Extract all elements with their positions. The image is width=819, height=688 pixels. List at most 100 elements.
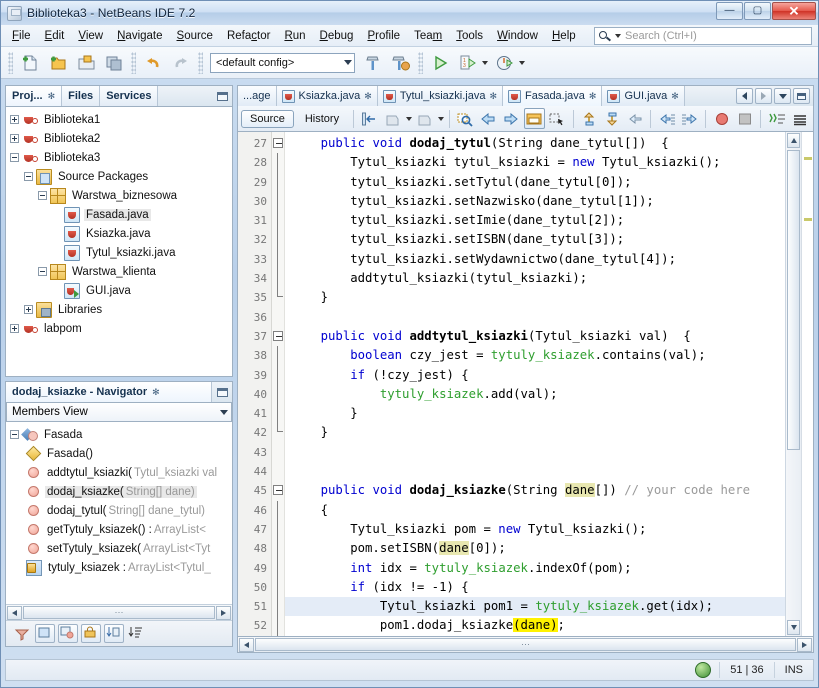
menu-help[interactable]: Help <box>545 27 583 45</box>
scroll-left-button[interactable] <box>239 637 254 652</box>
toggle-bookmark-button[interactable] <box>523 108 545 129</box>
member-item-fasada-class[interactable]: Fasada <box>6 425 232 444</box>
last-edit-button[interactable] <box>359 108 380 129</box>
menu-file[interactable]: File <box>5 27 38 45</box>
close-tab-icon[interactable]: ✻ <box>152 387 160 398</box>
collapse-icon[interactable] <box>24 172 33 181</box>
editor-tab-truncated[interactable]: ...age <box>238 86 277 106</box>
tab-source[interactable]: Source <box>241 109 294 128</box>
fold-marker[interactable] <box>272 134 284 153</box>
fold-marker[interactable] <box>272 481 284 500</box>
navigator-members-list[interactable]: Fasada Fasada() addtytul_ksiazki( Tytul_… <box>6 422 232 604</box>
code-line[interactable]: tytul_ksiazki.setImie(dane_tytul[2]); <box>285 211 785 230</box>
code-line[interactable]: tytul_ksiazki.setWydawnictwo(dane_tytul[… <box>285 250 785 269</box>
tab-list-button[interactable] <box>774 88 791 104</box>
vscroll-thumb[interactable] <box>787 150 800 450</box>
tab-services[interactable]: Services <box>100 86 159 106</box>
member-item-dodaj-tytul[interactable]: dodaj_tytul( String[] dane_tytul) <box>6 501 232 520</box>
code-line[interactable]: tytul_ksiazki.setISBN(dane_tytul[3]); <box>285 230 785 249</box>
toolbar-grip-3[interactable] <box>198 51 203 74</box>
editor-hscrollbar[interactable]: ⋯ <box>237 637 814 653</box>
hscroll-thumb[interactable]: ⋯ <box>255 638 796 651</box>
run-project-button[interactable] <box>427 50 453 76</box>
toggle-rectangular-selection-button[interactable] <box>547 108 568 129</box>
tree-item-biblioteka2[interactable]: Biblioteka2 <box>6 129 232 148</box>
clean-and-build-button[interactable] <box>388 50 414 76</box>
tree-item-libraries[interactable]: Libraries <box>6 300 232 319</box>
previous-error-button[interactable] <box>579 108 600 129</box>
forward-dropdown-arrow[interactable] <box>437 116 444 121</box>
code-line[interactable]: Tytul_ksiazki tytul_ksiazki = new Tytul_… <box>285 153 785 172</box>
code-line[interactable]: } <box>285 288 785 307</box>
code-line[interactable]: } <box>285 404 785 423</box>
code-line[interactable]: Tytul_ksiazki pom = new Tytul_ksiazki(); <box>285 520 785 539</box>
previous-bookmark-button[interactable] <box>478 108 499 129</box>
new-file-button[interactable] <box>17 50 43 76</box>
member-item-addtytul-ksiazki[interactable]: addtytul_ksiazki( Tytul_ksiazki val <box>6 463 232 482</box>
close-tab-icon[interactable]: ✻ <box>671 91 679 102</box>
show-fields-button[interactable] <box>58 624 78 643</box>
tree-item-biblioteka3[interactable]: Biblioteka3 <box>6 148 232 167</box>
tree-item-source-packages[interactable]: Source Packages <box>6 167 232 186</box>
shift-line-left-button[interactable] <box>624 108 645 129</box>
toolbar-grip-4[interactable] <box>418 51 423 74</box>
tab-projects[interactable]: Proj... ✻ <box>6 86 63 106</box>
find-selection-button[interactable] <box>455 108 476 129</box>
menu-edit[interactable]: Edit <box>38 27 72 45</box>
next-occurrence-button[interactable] <box>679 108 700 129</box>
scroll-left-button[interactable] <box>7 605 22 620</box>
search-input[interactable]: Search (Ctrl+I) <box>625 30 697 42</box>
sort-alphabetically-button[interactable] <box>127 624 147 643</box>
collapse-icon[interactable] <box>38 267 47 276</box>
show-static-button[interactable] <box>104 624 124 643</box>
close-button[interactable]: ✕ <box>772 2 816 20</box>
save-all-button[interactable] <box>101 50 127 76</box>
expand-icon[interactable] <box>24 305 33 314</box>
minimize-projects-button[interactable] <box>212 86 232 106</box>
forward-button[interactable] <box>414 108 435 129</box>
code-line[interactable]: public void dodaj_ksiazke(String dane[])… <box>285 481 785 500</box>
editor-tab-fasada-java[interactable]: Fasada.java ✻ <box>502 86 603 106</box>
hscroll-thumb[interactable]: ⋯ <box>23 606 215 619</box>
chevron-down-icon[interactable] <box>220 409 228 415</box>
tree-item-fasada-java[interactable]: Fasada.java <box>6 205 232 224</box>
code-line[interactable]: pom1.dodaj_ksiazke(dane); <box>285 616 785 635</box>
member-item-tytuly-ksiazek-field[interactable]: tytuly_ksiazek : ArrayList<Tytul_ <box>6 558 232 577</box>
scroll-right-button[interactable] <box>216 605 231 620</box>
close-tab-icon[interactable]: ✻ <box>489 91 497 102</box>
code-line[interactable]: Tytul_ksiazki pom1 = tytuly_ksiazek.get(… <box>285 597 785 617</box>
project-tree[interactable]: Biblioteka1 Biblioteka2 Biblioteka3 Sour… <box>6 107 232 376</box>
collapse-icon[interactable] <box>10 153 19 162</box>
tree-item-biblioteka1[interactable]: Biblioteka1 <box>6 110 232 129</box>
code-line[interactable]: if (idx != -1) { <box>285 578 785 597</box>
toolbar-grip[interactable] <box>8 51 13 74</box>
code-line[interactable]: pom.setISBN(dane[0]); <box>285 539 785 558</box>
back-dropdown-arrow[interactable] <box>405 116 412 121</box>
code-line[interactable] <box>285 443 785 462</box>
member-item-gettytuly-ksiazek[interactable]: getTytuly_ksiazek() : ArrayList< <box>6 520 232 539</box>
chevron-down-icon[interactable] <box>615 34 621 38</box>
editor-vscrollbar[interactable] <box>785 132 801 636</box>
code-line[interactable]: addtytul_ksiazki(tytul_ksiazki); <box>285 269 785 288</box>
tree-item-warstwa-klienta[interactable]: Warstwa_klienta <box>6 262 232 281</box>
code-line[interactable]: { <box>285 501 785 520</box>
undo-button[interactable] <box>140 50 166 76</box>
comment-button[interactable] <box>766 108 787 129</box>
expand-icon[interactable] <box>10 134 19 143</box>
show-inherited-button[interactable] <box>35 624 55 643</box>
error-stripe-mark[interactable] <box>804 217 812 221</box>
code-line[interactable]: tytuly_ksiazek.add(val); <box>285 385 785 404</box>
next-bookmark-button[interactable] <box>501 108 522 129</box>
scroll-down-button[interactable] <box>787 620 800 635</box>
menu-debug[interactable]: Debug <box>313 27 361 45</box>
tab-navigator[interactable]: dodaj_ksiazke - Navigator ✻ <box>6 382 212 402</box>
editor-tab-gui-java[interactable]: GUI.java ✻ <box>602 86 685 106</box>
code-editor[interactable]: 27 28 29 30 31 32 33 34 35 36 37 38 39 40 41 42 43 44 45 46… <box>237 132 814 637</box>
tree-item-ksiazka-java[interactable]: Ksiazka.java <box>6 224 232 243</box>
menu-team[interactable]: Team <box>407 27 449 45</box>
stop-macro-recording-button[interactable] <box>734 108 755 129</box>
code-folding-column[interactable] <box>272 132 285 636</box>
member-item-dodaj-ksiazke[interactable]: dodaj_ksiazke( String[] dane) <box>6 482 232 501</box>
next-error-button[interactable] <box>602 108 623 129</box>
profile-dropdown-arrow[interactable] <box>519 60 525 65</box>
